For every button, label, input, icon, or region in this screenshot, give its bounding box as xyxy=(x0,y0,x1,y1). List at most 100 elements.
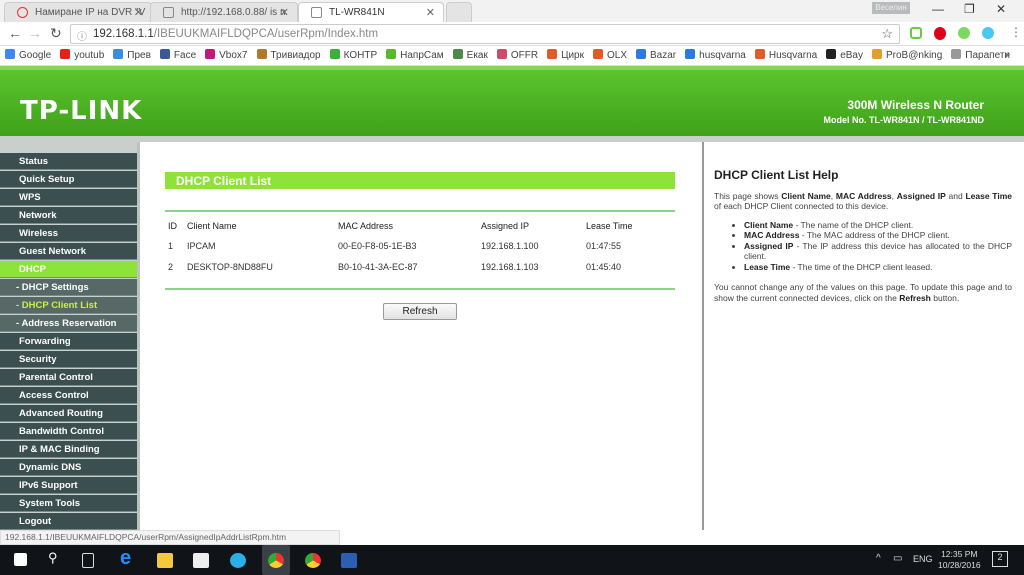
chrome-icon[interactable] xyxy=(305,553,321,568)
help-item: Client Name - The name of the DHCP clien… xyxy=(744,220,1012,231)
bookmark-item[interactable]: Цирк xyxy=(547,49,584,61)
minimize-button[interactable]: — xyxy=(932,2,944,16)
help-note: You cannot change any of the values on t… xyxy=(714,282,1012,303)
more-bookmarks[interactable]: » xyxy=(1004,49,1010,60)
table-cell: 1 xyxy=(168,241,174,251)
sidebar-item-dynamic-dns[interactable]: Dynamic DNS xyxy=(0,459,137,476)
sidebar-item-wireless[interactable]: Wireless xyxy=(0,225,137,242)
task-view-icon[interactable] xyxy=(82,553,94,568)
opera-vpn-icon[interactable] xyxy=(934,27,946,40)
sidebar-item-dhcp-settings[interactable]: - DHCP Settings xyxy=(0,279,137,296)
clock[interactable]: 12:35 PM 10/28/2016 xyxy=(938,549,981,571)
table-cell: 192.168.1.100 xyxy=(481,241,539,251)
bookmark-icon xyxy=(685,49,696,59)
sidebar-item-dhcp-client-list[interactable]: - DHCP Client List xyxy=(0,297,137,314)
close-icon[interactable]: ✕ xyxy=(426,6,435,19)
bookmark-item[interactable]: Тривиадор xyxy=(256,49,321,61)
sidebar-item-forwarding[interactable]: Forwarding xyxy=(0,333,137,350)
bookmark-item[interactable]: Bazar xyxy=(636,49,676,61)
help-list: Client Name - The name of the DHCP clien… xyxy=(744,220,1012,273)
tab-1[interactable]: Намиране IP на DVR "V ✕ xyxy=(4,2,152,22)
extension-icon[interactable] xyxy=(910,27,922,39)
close-window-button[interactable]: ✕ xyxy=(996,2,1006,16)
start-icon[interactable] xyxy=(14,553,27,566)
search-icon[interactable]: ⚲ xyxy=(48,550,64,565)
sidebar-item-ip-mac-binding[interactable]: IP & MAC Binding xyxy=(0,441,137,458)
bookmark-item[interactable]: husqvarna xyxy=(685,49,746,61)
language[interactable]: ENG xyxy=(913,554,933,564)
address-bar[interactable]: ⓘ 192.168.1.1/IBEUUKMAIFLDQPCA/userRpm/In… xyxy=(70,24,900,44)
bookmark-item[interactable]: youtub xyxy=(60,49,104,61)
sidebar-item-guest-network[interactable]: Guest Network xyxy=(0,243,137,260)
tab-3[interactable]: TL-WR841N ✕ xyxy=(298,2,444,22)
bookmark-item[interactable]: КОНТР xyxy=(329,49,377,61)
sidebar-item-parental-control[interactable]: Parental Control xyxy=(0,369,137,386)
page-title: DHCP Client List xyxy=(165,172,675,189)
bookmark-item[interactable]: eBay xyxy=(826,49,863,61)
bookmark-item[interactable]: OLX xyxy=(593,49,627,61)
reload-icon[interactable]: ↻ xyxy=(50,25,62,42)
help-panel: DHCP Client List Help This page shows Cl… xyxy=(714,168,1012,303)
bookmark-item[interactable]: Husqvarna xyxy=(754,49,817,61)
bookmark-item[interactable]: Екак xyxy=(452,49,488,61)
bookmark-icon xyxy=(826,49,837,59)
bookmark-icon xyxy=(159,49,170,59)
file-explorer-icon[interactable] xyxy=(157,553,173,568)
notifications-icon[interactable]: 2 xyxy=(992,551,1008,567)
forward-icon[interactable]: → xyxy=(28,25,42,41)
column-header: Client Name xyxy=(187,221,237,231)
extension-green-icon[interactable] xyxy=(958,27,970,39)
store-icon[interactable] xyxy=(193,553,209,568)
edge-icon[interactable]: e xyxy=(120,547,136,569)
tray-chevron-icon[interactable]: ^ xyxy=(876,553,881,564)
tab-2[interactable]: http://192.168.0.88/ is n ✕ xyxy=(150,2,298,22)
bookmark-item[interactable]: Face xyxy=(159,49,196,61)
bookmark-item[interactable]: Прев xyxy=(113,49,151,61)
sidebar-item-dhcp[interactable]: DHCP xyxy=(0,261,137,278)
sidebar-item-logout[interactable]: Logout xyxy=(0,513,137,530)
sidebar-item-system-tools[interactable]: System Tools xyxy=(0,495,137,512)
new-tab-button[interactable] xyxy=(446,2,472,22)
back-icon[interactable]: ← xyxy=(8,25,22,41)
bookmark-item[interactable]: OFFR xyxy=(496,49,538,61)
sidebar-item-access-control[interactable]: Access Control xyxy=(0,387,137,404)
status-url: 192.168.1.1/IBEUUKMAIFLDQPCA/userRpm/Ass… xyxy=(0,530,340,545)
sidebar-item-wps[interactable]: WPS xyxy=(0,189,137,206)
help-item: Lease Time - The time of the DHCP client… xyxy=(744,262,1012,273)
table-cell: 192.168.1.103 xyxy=(481,262,539,272)
restore-button[interactable]: ❐ xyxy=(964,2,975,16)
bookmark-item[interactable]: Парапети xyxy=(951,49,1010,61)
bookmark-item[interactable]: Google xyxy=(5,49,51,61)
chrome-icon[interactable] xyxy=(268,553,284,568)
bookmark-icon xyxy=(113,49,124,59)
bookmark-item[interactable]: НапрСам xyxy=(386,49,444,61)
sidebar-item-advanced-routing[interactable]: Advanced Routing xyxy=(0,405,137,422)
skype-taskbar-icon[interactable] xyxy=(230,553,246,568)
refresh-button[interactable]: Refresh xyxy=(383,303,457,320)
bookmark-icon xyxy=(60,49,71,59)
sidebar-item-address-reservation[interactable]: - Address Reservation xyxy=(0,315,137,332)
help-item: MAC Address - The MAC address of the DHC… xyxy=(744,230,1012,241)
sidebar-item-status[interactable]: Status xyxy=(0,153,137,170)
star-icon[interactable]: ☆ xyxy=(881,26,893,42)
menu-icon[interactable]: ⋮ xyxy=(1010,25,1022,39)
table-cell: 01:47:55 xyxy=(586,241,622,251)
word-icon[interactable] xyxy=(341,553,357,568)
profile-button[interactable]: Веселин xyxy=(872,2,910,14)
close-icon[interactable]: ✕ xyxy=(134,6,143,19)
sidebar-item-security[interactable]: Security xyxy=(0,351,137,368)
skype-icon[interactable] xyxy=(982,27,994,39)
sidebar-item-ipv6-support[interactable]: IPv6 Support xyxy=(0,477,137,494)
help-title: DHCP Client List Help xyxy=(714,168,839,182)
table-cell: 01:45:40 xyxy=(586,262,622,272)
help-item: Assigned IP - The IP address this device… xyxy=(744,241,1012,262)
bookmark-item[interactable]: ProB@nking xyxy=(872,49,942,61)
close-icon[interactable]: ✕ xyxy=(280,6,289,19)
network-icon[interactable]: ▭ xyxy=(893,553,902,564)
bookmark-item[interactable]: Vbox7 xyxy=(205,49,248,61)
sidebar-item-bandwidth-control[interactable]: Bandwidth Control xyxy=(0,423,137,440)
page-icon xyxy=(163,7,174,18)
sidebar-item-quick-setup[interactable]: Quick Setup xyxy=(0,171,137,188)
sidebar-item-network[interactable]: Network xyxy=(0,207,137,224)
table-cell: DESKTOP-8ND88FU xyxy=(187,262,273,272)
